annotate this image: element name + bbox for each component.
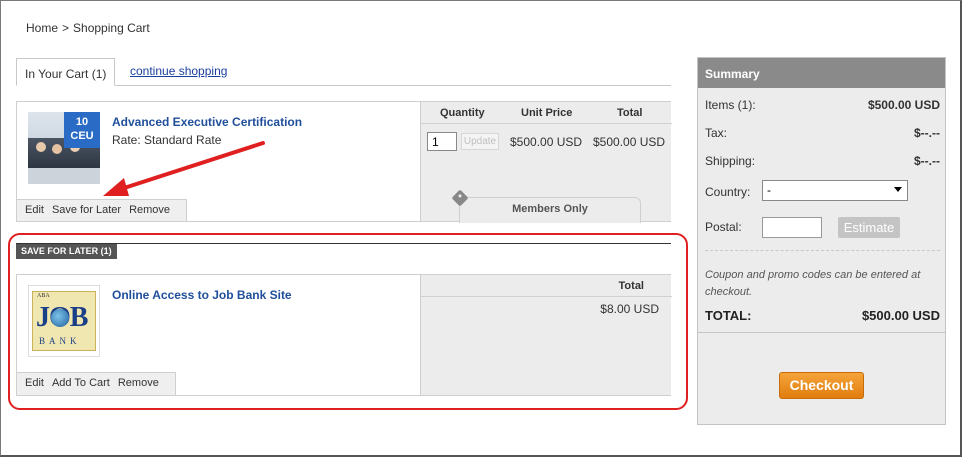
breadcrumb: Home > Shopping Cart [26,21,150,35]
saved-price-panel: Total $8.00 USD [420,275,672,395]
saved-item-actions: Edit Add To Cart Remove [17,372,176,395]
add-to-cart-link[interactable]: Add To Cart [52,377,110,389]
summary-items-row: Items (1): $500.00 USD [705,98,940,112]
logo-aba-text: ABA [37,293,50,299]
save-for-later-link[interactable]: Save for Later [52,204,121,216]
postal-input[interactable] [762,217,822,238]
price-panel: Quantity Unit Price Total 1 Update $500.… [420,102,672,223]
logo-bank-text: BANK [39,336,81,346]
tab-in-your-cart[interactable]: In Your Cart (1) [16,58,116,86]
estimate-button[interactable]: Estimate [838,217,900,238]
ceu-badge-number: 10 [75,116,89,128]
saved-item-title-link[interactable]: Online Access to Job Bank Site [112,288,292,302]
unit-price-header: Unit Price [521,107,573,119]
job-bank-logo-art: ABA JOB BANK [32,291,96,351]
summary-shipping-row: Shipping: $--.-- [705,154,940,168]
country-selected-value: - [767,183,771,197]
unit-price: $500.00 USD [510,135,583,149]
saved-total-header: Total [618,280,644,292]
summary-items-value: $500.00 USD [867,98,940,112]
saved-edit-link[interactable]: Edit [25,377,44,389]
breadcrumb-separator: > [62,21,70,35]
summary-total-row: TOTAL: $500.00 USD [705,308,940,323]
postal-label: Postal: [705,220,742,234]
update-button[interactable]: Update [461,133,499,150]
summary-tax-label: Tax: [705,126,728,140]
job-bank-logo[interactable]: ABA JOB BANK [28,285,100,357]
checkout-button[interactable]: Checkout [779,372,864,399]
continue-shopping-link[interactable]: continue shopping [130,64,227,78]
quantity-input[interactable]: 1 [427,132,457,151]
summary-items-label: Items (1): [705,98,756,112]
total-header: Total [617,107,643,119]
breadcrumb-current: Shopping Cart [73,21,150,35]
saved-price-header: Total [421,275,672,297]
summary-tax-row: Tax: $--.-- [705,126,940,140]
summary-shipping-value: $--.-- [914,154,940,168]
summary-divider-dashed [705,250,940,251]
item-rate: Rate: Standard Rate [112,133,222,147]
breadcrumb-home[interactable]: Home [26,21,58,35]
chevron-down-icon [894,187,902,192]
edit-link[interactable]: Edit [25,204,44,216]
summary-divider [698,332,945,333]
summary-title: Summary [698,58,945,88]
globe-icon [51,309,69,327]
quantity-header: Quantity [440,107,485,119]
summary-total-label: TOTAL: [705,308,752,323]
summary-shipping-label: Shipping: [705,154,756,168]
country-select[interactable]: - [762,180,908,201]
country-label: Country: [705,185,751,199]
summary-tax-value: $--.-- [914,126,940,140]
item-actions: Edit Save for Later Remove [17,199,188,221]
item-title-link[interactable]: Advanced Executive Certification [112,115,302,129]
item-thumbnail[interactable]: 10 CEU [28,112,100,184]
remove-link[interactable]: Remove [129,204,170,216]
saved-item: ABA JOB BANK Online Access to Job Bank S… [16,274,672,396]
save-for-later-header: SAVE FOR LATER (1) [16,244,117,259]
cart-tabs: In Your Cart (1) continue shopping [16,58,671,86]
members-only-tab[interactable]: Members Only [459,197,641,223]
ceu-badge: 10 CEU [64,112,100,148]
cart-item: 10 CEU Advanced Executive Certification … [16,101,672,223]
price-header: Quantity Unit Price Total [421,102,672,124]
saved-remove-link[interactable]: Remove [118,377,159,389]
order-summary: Summary Items (1): $500.00 USD Tax: $--.… [697,57,946,425]
ceu-badge-unit: CEU [70,130,94,142]
line-total: $500.00 USD [593,135,666,149]
coupon-note: Coupon and promo codes can be entered at… [705,269,921,298]
saved-item-total: $8.00 USD [600,302,659,316]
summary-total-value: $500.00 USD [861,308,940,323]
